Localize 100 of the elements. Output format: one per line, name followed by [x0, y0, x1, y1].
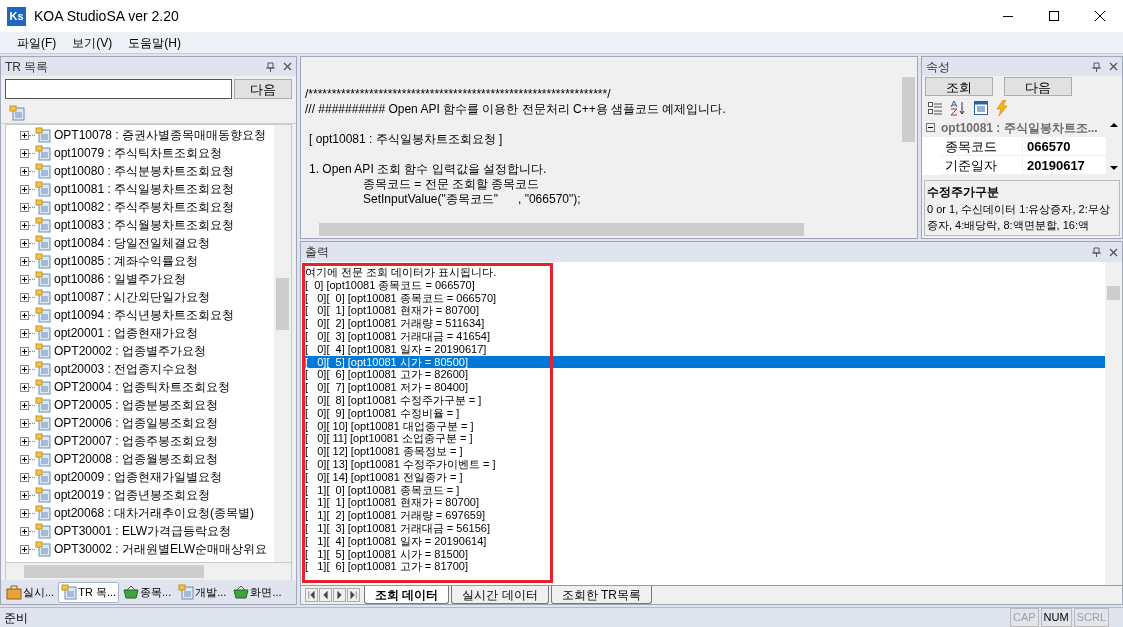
expand-icon[interactable] — [20, 328, 29, 338]
pin-icon[interactable] — [1092, 61, 1101, 72]
output-line[interactable]: [ 1][ 0] [opt10081 종목코드 = ] — [305, 483, 1105, 497]
tree-item[interactable]: opt20001 : 업종현재가요청 — [54, 324, 199, 342]
expand-icon[interactable] — [20, 292, 29, 302]
panel-button[interactable]: 조회 — [925, 77, 993, 96]
output-line[interactable]: [ 1][ 2] [opt10081 거래량 = 697659] — [305, 509, 1105, 522]
output-line[interactable]: [ 0][ 9] [opt10081 수정비율 = ] — [305, 406, 1105, 420]
output-line[interactable]: [ 0][ 8] [opt10081 수정주가구분 = ] — [305, 393, 1105, 407]
output-line[interactable]: [ 1][ 3] [opt10081 거래대금 = 56156] — [305, 521, 1105, 535]
expand-icon[interactable] — [20, 400, 29, 410]
tree-item[interactable]: opt10081 : 주식일봉차트조회요청 — [54, 180, 235, 198]
sheet-tab[interactable]: 조회 데이터 — [364, 586, 450, 604]
menu-item[interactable]: 파일(F) — [17, 33, 57, 52]
tree-item[interactable]: opt10083 : 주식월봉차트조회요청 — [54, 216, 235, 234]
output-line[interactable]: [ 1][ 6] [opt10081 고가 = 81700] — [305, 560, 1105, 574]
output-line[interactable]: [ 1][ 4] [opt10081 일자 = 20190614] — [305, 534, 1105, 548]
expand-icon[interactable] — [20, 310, 29, 320]
tree-item[interactable]: OPT10078 : 증권사별종목매매동향요청 — [54, 126, 267, 144]
expand-icon[interactable] — [20, 472, 29, 482]
expand-icon[interactable] — [20, 490, 29, 500]
output-line[interactable]: [ 0][ 2] [opt10081 거래량 = 511634] — [305, 317, 1105, 330]
tree-item[interactable]: OPT20007 : 업종주봉조회요청 — [54, 432, 219, 450]
panel-tab[interactable]: 개발... — [175, 581, 230, 603]
expand-icon[interactable] — [20, 364, 29, 374]
expand-icon[interactable] — [20, 148, 29, 158]
tree-item[interactable]: opt20019 : 업종년봉조회요청 — [54, 486, 211, 504]
output-line[interactable]: 여기에 전문 조회 데이터가 표시됩니다. — [305, 266, 1105, 279]
tree-item[interactable]: OPT30001 : ELW가격급등락요청 — [54, 522, 232, 540]
horizontal-scrollbar[interactable] — [5, 563, 292, 580]
expand-icon[interactable] — [20, 508, 29, 518]
vertical-scrollbar[interactable] — [274, 125, 291, 562]
expand-icon[interactable] — [20, 130, 29, 140]
tab-scroll-icon[interactable] — [319, 588, 332, 602]
tree-item[interactable]: opt10094 : 주식년봉차트조회요청 — [54, 306, 235, 324]
tree-item[interactable]: opt10084 : 당일전일체결요청 — [54, 234, 211, 252]
next-button[interactable]: 다음 — [234, 79, 292, 99]
tab-scroll-icon[interactable] — [333, 588, 346, 602]
tree-item[interactable]: opt10082 : 주식주봉차트조회요청 — [54, 198, 235, 216]
menu-item[interactable]: 도움말(H) — [128, 33, 181, 52]
expand-icon[interactable] — [20, 220, 29, 230]
expand-icon[interactable] — [20, 274, 29, 284]
property-value[interactable]: 066570 — [1023, 137, 1106, 155]
output-line[interactable]: [ 0][ 12] [opt10081 종목정보 = ] — [305, 445, 1105, 458]
expand-icon[interactable] — [20, 166, 29, 176]
output-line[interactable]: [ 0][ 10] [opt10081 대업종구분 = ] — [305, 419, 1105, 433]
sort-icon[interactable] — [950, 99, 966, 116]
pin-icon[interactable] — [1092, 247, 1101, 257]
tree-item[interactable]: opt20068 : 대차거래추이요청(종목별) — [54, 504, 255, 522]
vertical-scrollbar[interactable] — [1105, 262, 1122, 585]
tree-item[interactable]: opt10080 : 주식분봉차트조회요청 — [54, 162, 235, 180]
property-value[interactable]: 20190617 — [1023, 156, 1106, 174]
tree-item[interactable]: OPT20002 : 업종별주가요청 — [54, 342, 207, 360]
output-line[interactable]: [ 0][ 6] [opt10081 고가 = 82600] — [305, 368, 1105, 382]
panel-button[interactable]: 다음 — [1004, 77, 1072, 96]
sheet-tab[interactable]: 조회한 TR목록 — [550, 586, 653, 604]
output-line[interactable]: [ 0][ 3] [opt10081 거래대금 = 41654] — [305, 330, 1105, 343]
panel-tab[interactable]: 화면... — [230, 581, 285, 603]
close-icon[interactable] — [283, 62, 292, 71]
tree-item[interactable]: opt10086 : 일별주가요청 — [54, 270, 187, 288]
output-line[interactable]: [ 0][ 7] [opt10081 저가 = 80400] — [305, 381, 1105, 394]
pin-icon[interactable] — [266, 61, 275, 72]
output-line[interactable]: [ 0][ 1] [opt10081 현재가 = 80700] — [305, 304, 1105, 318]
tree-item[interactable]: opt20009 : 업종현재가일별요청 — [54, 468, 223, 486]
panel-tab[interactable]: TR 목... — [58, 581, 120, 603]
expand-icon[interactable] — [20, 436, 29, 446]
expand-icon[interactable] — [20, 256, 29, 266]
close-icon[interactable] — [1109, 247, 1118, 257]
tree-item[interactable]: OPT20006 : 업종일봉조회요청 — [54, 414, 219, 432]
output-line[interactable]: [ 0][ 4] [opt10081 일자 = 20190617] — [305, 342, 1105, 356]
tree-item[interactable]: OPT20004 : 업종틱차트조회요청 — [54, 378, 231, 396]
categorized-icon[interactable] — [928, 100, 942, 115]
expand-icon[interactable] — [20, 526, 29, 536]
expand-icon[interactable] — [20, 544, 29, 554]
tree-item[interactable]: OPT30002 : 거래원별ELW순매매상위요 — [54, 540, 268, 558]
output-line[interactable]: [ 0][ 13] [opt10081 수정주가이벤트 = ] — [305, 457, 1105, 471]
expand-icon[interactable] — [20, 346, 29, 356]
tree-item[interactable]: opt10085 : 계좌수익률요청 — [54, 252, 199, 270]
search-field[interactable] — [5, 79, 232, 99]
tree-item[interactable]: opt10087 : 시간외단일가요청 — [54, 288, 211, 306]
output-line[interactable]: [ 0][ 0] [opt10081 종목코드 = 066570] — [305, 291, 1105, 305]
expand-icon[interactable] — [20, 382, 29, 392]
panel-tab[interactable]: 종목... — [120, 581, 175, 603]
close-icon[interactable] — [1109, 62, 1118, 71]
expand-icon[interactable] — [20, 184, 29, 194]
sheet-tab[interactable]: 실시간 데이터 — [451, 586, 549, 604]
tree-item[interactable]: opt20003 : 전업종지수요청 — [54, 360, 199, 378]
expand-icon[interactable] — [20, 454, 29, 464]
collapse-icon[interactable] — [926, 123, 935, 132]
output-line[interactable]: [ 1][ 5] [opt10081 시가 = 81500] — [305, 547, 1105, 561]
output-line[interactable]: [ 0] [opt10081 종목코드 = 066570] — [305, 278, 1105, 292]
output-line[interactable]: [ 1][ 1] [opt10081 현재가 = 80700] — [305, 496, 1105, 510]
expand-icon[interactable] — [20, 418, 29, 428]
tree-item[interactable]: OPT20005 : 업종분봉조회요청 — [54, 396, 219, 414]
tree-item[interactable]: opt10079 : 주식틱차트조회요청 — [54, 144, 223, 162]
output-line[interactable]: [ 0][ 11] [opt10081 소업종구분 = ] — [305, 432, 1105, 446]
menu-item[interactable]: 보기(V) — [72, 33, 113, 52]
tree-item[interactable]: OPT20008 : 업종월봉조회요청 — [54, 450, 219, 468]
property-pages-icon[interactable] — [974, 100, 988, 115]
expand-icon[interactable] — [20, 238, 29, 248]
